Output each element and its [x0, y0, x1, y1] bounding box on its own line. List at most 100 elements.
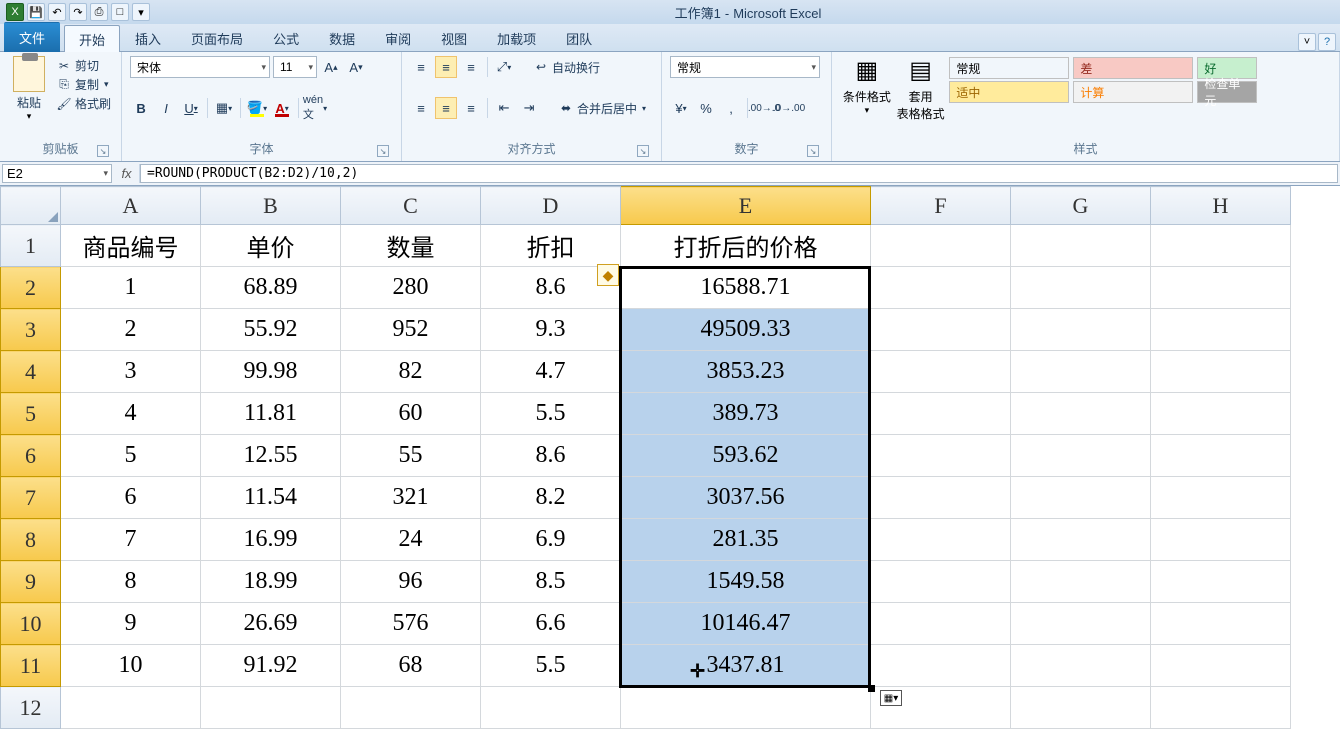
cell-C2[interactable]: 280 — [341, 267, 481, 309]
cell-D12[interactable] — [481, 687, 621, 729]
ribbon-minimize-icon[interactable]: ˅ — [1298, 33, 1316, 51]
cell-E2[interactable]: 16588.71 — [621, 267, 871, 309]
align-middle-button[interactable]: ≡ — [435, 56, 457, 78]
cell-H4[interactable] — [1151, 351, 1291, 393]
number-format-select[interactable]: 常规▾ — [670, 56, 820, 78]
spreadsheet-grid[interactable]: A B C D E F G H 1商品编号单价数量折扣打折后的价格2168.89… — [0, 186, 1340, 729]
col-header-B[interactable]: B — [201, 187, 341, 225]
cell-E10[interactable]: 10146.47 — [621, 603, 871, 645]
cell-B10[interactable]: 26.69 — [201, 603, 341, 645]
cell-D3[interactable]: 9.3 — [481, 309, 621, 351]
align-center-button[interactable]: ≡ — [435, 97, 457, 119]
cell-E7[interactable]: 3037.56 — [621, 477, 871, 519]
cell-F5[interactable] — [871, 393, 1011, 435]
cell-F2[interactable] — [871, 267, 1011, 309]
fill-color-button[interactable]: 🪣▾ — [246, 97, 268, 119]
cell-C10[interactable]: 576 — [341, 603, 481, 645]
row-header-6[interactable]: 6 — [1, 435, 61, 477]
cell-E8[interactable]: 281.35 — [621, 519, 871, 561]
cell-A2[interactable]: 1 — [61, 267, 201, 309]
undo-icon[interactable]: ↶ — [48, 3, 66, 21]
cell-C5[interactable]: 60 — [341, 393, 481, 435]
cell-E3[interactable]: 49509.33 — [621, 309, 871, 351]
cell-A3[interactable]: 2 — [61, 309, 201, 351]
cell-G6[interactable] — [1011, 435, 1151, 477]
increase-decimal-button[interactable]: .00→.0 — [753, 97, 775, 119]
cell-style-calc[interactable]: 计算 — [1073, 81, 1193, 103]
cell-D1[interactable]: 折扣 — [481, 225, 621, 267]
row-header-2[interactable]: 2 — [1, 267, 61, 309]
col-header-H[interactable]: H — [1151, 187, 1291, 225]
cell-B2[interactable]: 68.89 — [201, 267, 341, 309]
qat-icon-1[interactable]: ⎙ — [90, 3, 108, 21]
cell-D4[interactable]: 4.7 — [481, 351, 621, 393]
clipboard-launcher-icon[interactable]: ↘ — [97, 145, 109, 157]
cell-E12[interactable] — [621, 687, 871, 729]
save-icon[interactable]: 💾 — [27, 3, 45, 21]
row-header-8[interactable]: 8 — [1, 519, 61, 561]
cell-style-check[interactable]: 检查单元 — [1197, 81, 1257, 103]
orientation-button[interactable]: ⤢▾ — [493, 56, 515, 78]
row-header-7[interactable]: 7 — [1, 477, 61, 519]
format-as-table-button[interactable]: ▤ 套用 表格格式 — [894, 56, 948, 122]
cell-E9[interactable]: 1549.58 — [621, 561, 871, 603]
cell-G3[interactable] — [1011, 309, 1151, 351]
cell-E1[interactable]: 打折后的价格 — [621, 225, 871, 267]
cell-D8[interactable]: 6.9 — [481, 519, 621, 561]
merge-center-button[interactable]: ⬌合并后居中▾ — [556, 99, 648, 118]
increase-indent-button[interactable]: ⇥ — [518, 97, 540, 119]
cell-G10[interactable] — [1011, 603, 1151, 645]
cell-E4[interactable]: 3853.23 — [621, 351, 871, 393]
underline-button[interactable]: U▾ — [180, 97, 202, 119]
tab-data[interactable]: 数据 — [314, 24, 370, 51]
cell-A5[interactable]: 4 — [61, 393, 201, 435]
cell-C7[interactable]: 321 — [341, 477, 481, 519]
cut-button[interactable]: ✂剪切 — [54, 56, 113, 75]
cell-A10[interactable]: 9 — [61, 603, 201, 645]
select-all-corner[interactable] — [1, 187, 61, 225]
copy-button[interactable]: ⎘复制▾ — [54, 75, 113, 94]
cell-H6[interactable] — [1151, 435, 1291, 477]
col-header-E[interactable]: E — [621, 187, 871, 225]
cell-F4[interactable] — [871, 351, 1011, 393]
decrease-decimal-button[interactable]: .0→.00 — [778, 97, 800, 119]
align-top-button[interactable]: ≡ — [410, 56, 432, 78]
cell-A6[interactable]: 5 — [61, 435, 201, 477]
font-color-button[interactable]: A▾ — [271, 97, 293, 119]
tab-home[interactable]: 开始 — [64, 25, 120, 52]
cell-D6[interactable]: 8.6 — [481, 435, 621, 477]
row-header-5[interactable]: 5 — [1, 393, 61, 435]
formula-input[interactable]: =ROUND(PRODUCT(B2:D2)/10,2) — [140, 164, 1338, 183]
cell-F7[interactable] — [871, 477, 1011, 519]
row-header-3[interactable]: 3 — [1, 309, 61, 351]
cell-A7[interactable]: 6 — [61, 477, 201, 519]
cell-G5[interactable] — [1011, 393, 1151, 435]
fx-icon[interactable]: fx — [114, 164, 140, 183]
cell-C6[interactable]: 55 — [341, 435, 481, 477]
row-header-4[interactable]: 4 — [1, 351, 61, 393]
cell-F10[interactable] — [871, 603, 1011, 645]
number-launcher-icon[interactable]: ↘ — [807, 145, 819, 157]
cell-style-neutral[interactable]: 适中 — [949, 81, 1069, 103]
align-right-button[interactable]: ≡ — [460, 97, 482, 119]
cell-B11[interactable]: 91.92 — [201, 645, 341, 687]
cell-H12[interactable] — [1151, 687, 1291, 729]
cell-F8[interactable] — [871, 519, 1011, 561]
help-icon[interactable]: ? — [1318, 33, 1336, 51]
cell-style-normal[interactable]: 常规 — [949, 57, 1069, 79]
cell-A11[interactable]: 10 — [61, 645, 201, 687]
smart-tag-icon[interactable]: ◆ — [597, 264, 619, 286]
qat-dropdown-icon[interactable]: ▾ — [132, 3, 150, 21]
cell-C3[interactable]: 952 — [341, 309, 481, 351]
tab-addins[interactable]: 加载项 — [482, 24, 551, 51]
cell-H3[interactable] — [1151, 309, 1291, 351]
cell-H2[interactable] — [1151, 267, 1291, 309]
cell-H11[interactable] — [1151, 645, 1291, 687]
col-header-F[interactable]: F — [871, 187, 1011, 225]
cell-H5[interactable] — [1151, 393, 1291, 435]
cell-F6[interactable] — [871, 435, 1011, 477]
shrink-font-button[interactable]: A▾ — [345, 56, 367, 78]
cell-B1[interactable]: 单价 — [201, 225, 341, 267]
cell-A9[interactable]: 8 — [61, 561, 201, 603]
tab-formulas[interactable]: 公式 — [258, 24, 314, 51]
